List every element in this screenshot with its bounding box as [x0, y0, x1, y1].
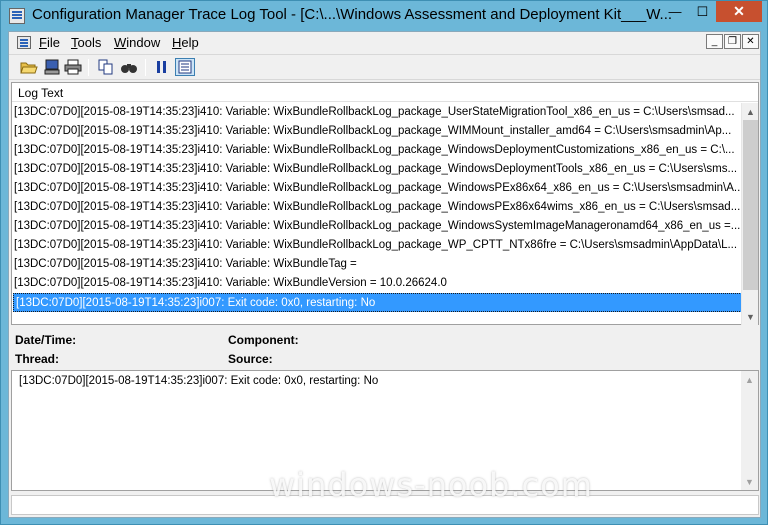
find-icon[interactable] — [119, 58, 139, 76]
title-bar[interactable]: Configuration Manager Trace Log Tool - [… — [1, 1, 767, 31]
log-row-selected[interactable]: [13DC:07D0][2015-08-19T14:35:23]i007: Ex… — [13, 293, 744, 312]
filter-icon[interactable] — [175, 58, 195, 76]
mdi-restore-button[interactable]: ❐ — [724, 34, 741, 49]
maximize-button[interactable]: ☐ — [689, 1, 716, 22]
toolbar-separator — [88, 59, 89, 76]
log-row[interactable]: [13DC:07D0][2015-08-19T14:35:23]i410: Va… — [12, 274, 741, 293]
scroll-down-icon[interactable]: ▼ — [742, 308, 759, 325]
log-list[interactable]: Log Text [13DC:07D0][2015-08-19T14:35:23… — [11, 82, 759, 325]
log-row[interactable]: [13DC:07D0][2015-08-19T14:35:23]i410: Va… — [12, 236, 741, 255]
document-icon[interactable] — [17, 36, 31, 49]
window-title: Configuration Manager Trace Log Tool - [… — [32, 6, 673, 23]
pause-icon[interactable] — [152, 58, 172, 76]
print-icon[interactable] — [63, 58, 83, 76]
app-icon[interactable] — [9, 8, 25, 24]
detail-scrollbar[interactable]: ▲ ▼ — [741, 371, 758, 490]
log-text-header: Log Text — [18, 86, 64, 100]
menu-bar: File Tools Window Help _ ❐ ✕ — [9, 32, 760, 53]
log-row[interactable]: [13DC:07D0][2015-08-19T14:35:23]i410: Va… — [12, 179, 741, 198]
mdi-minimize-button[interactable]: _ — [706, 34, 723, 49]
log-row[interactable]: [13DC:07D0][2015-08-19T14:35:23]i410: Va… — [12, 160, 741, 179]
minimize-button[interactable]: — — [661, 1, 689, 22]
scroll-down-icon[interactable]: ▼ — [741, 473, 758, 490]
details-panel: Date/Time: Component: Thread: Source: — [11, 328, 759, 370]
toolbar-separator — [145, 59, 146, 76]
datetime-label: Date/Time: — [15, 333, 77, 347]
log-column-header[interactable]: Log Text — [12, 83, 758, 102]
source-label: Source: — [228, 352, 273, 366]
watermark: windows-noob.com — [269, 466, 593, 504]
log-row[interactable]: [13DC:07D0][2015-08-19T14:35:23]i410: Va… — [12, 255, 741, 274]
log-row[interactable]: [13DC:07D0][2015-08-19T14:35:23]i410: Va… — [12, 103, 741, 122]
log-rows: [13DC:07D0][2015-08-19T14:35:23]i410: Va… — [12, 103, 744, 312]
open-icon[interactable] — [19, 58, 39, 76]
log-row[interactable]: [13DC:07D0][2015-08-19T14:35:23]i410: Va… — [12, 217, 741, 236]
scroll-up-icon[interactable]: ▲ — [741, 371, 758, 388]
copy-icon[interactable] — [96, 58, 116, 76]
menu-window[interactable]: Window — [114, 35, 160, 50]
computer-icon[interactable] — [42, 58, 62, 76]
client-area: File Tools Window Help _ ❐ ✕ Log Text [1… — [8, 31, 761, 518]
detail-message: [13DC:07D0][2015-08-19T14:35:23]i007: Ex… — [19, 375, 379, 387]
log-row[interactable]: [13DC:07D0][2015-08-19T14:35:23]i410: Va… — [12, 198, 741, 217]
toolbar — [9, 54, 760, 80]
scroll-up-icon[interactable]: ▲ — [742, 103, 759, 120]
menu-help[interactable]: Help — [172, 35, 199, 50]
mdi-close-button[interactable]: ✕ — [742, 34, 759, 49]
log-row[interactable]: [13DC:07D0][2015-08-19T14:35:23]i410: Va… — [12, 122, 741, 141]
component-label: Component: — [228, 333, 299, 347]
app-window: Configuration Manager Trace Log Tool - [… — [0, 0, 768, 525]
close-button[interactable]: ✕ — [716, 1, 762, 22]
thread-label: Thread: — [15, 352, 60, 366]
scroll-thumb[interactable] — [743, 120, 758, 290]
menu-tools[interactable]: Tools — [71, 35, 101, 50]
log-scrollbar[interactable]: ▲ ▼ — [741, 103, 758, 325]
log-row[interactable]: [13DC:07D0][2015-08-19T14:35:23]i410: Va… — [12, 141, 741, 160]
menu-file[interactable]: File — [39, 35, 60, 50]
